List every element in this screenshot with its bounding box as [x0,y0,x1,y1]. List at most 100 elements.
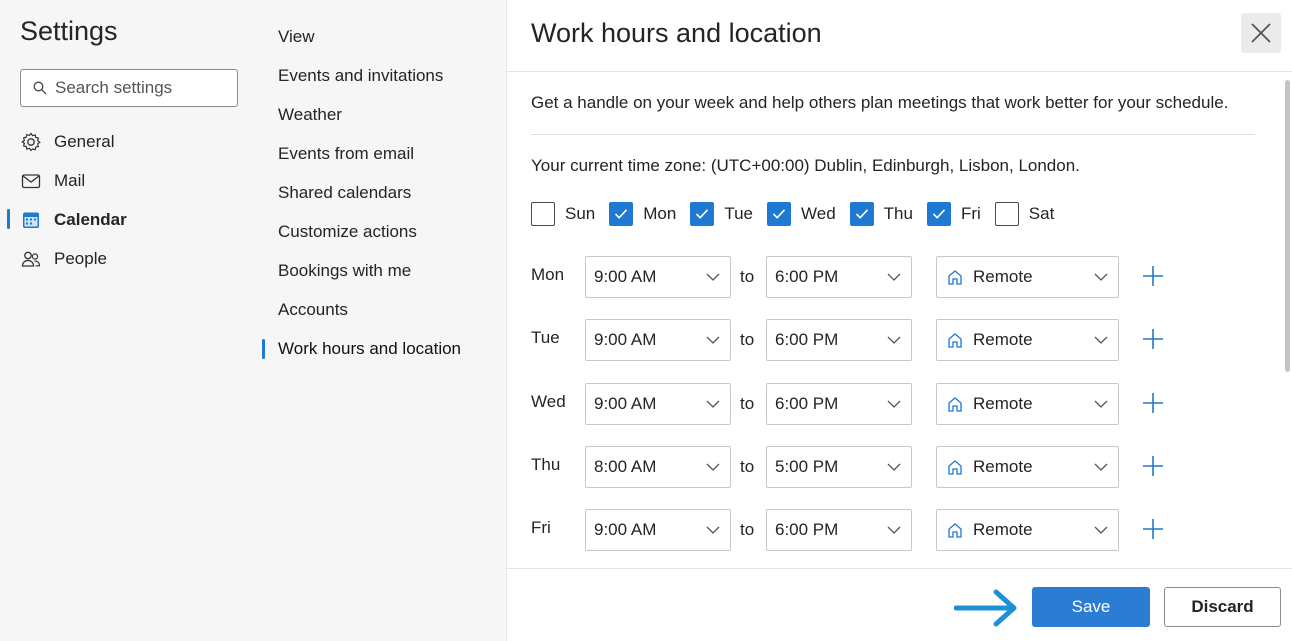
to-label: to [740,394,755,413]
add-time-plus-icon[interactable] [1142,392,1164,414]
chevron-down-icon [706,273,720,281]
menu-item-shared-calendars[interactable]: Shared calendars [278,183,411,203]
footer-divider [507,568,1292,569]
menu-item-events-invitations[interactable]: Events and invitations [278,66,443,86]
location-dropdown[interactable]: Remote [936,509,1119,551]
chevron-down-icon [887,526,901,534]
day-checkbox-fri[interactable]: Fri [926,202,981,226]
panel-title: Work hours and location [531,18,822,48]
start-time-dropdown[interactable]: 8:00 AM [585,446,731,488]
row-day-label: Mon [531,265,565,284]
settings-title: Settings [20,16,118,46]
search-input[interactable] [55,78,225,98]
start-time-dropdown[interactable]: 9:00 AM [585,383,731,425]
chevron-down-icon [1094,273,1108,281]
add-time-plus-icon[interactable] [1142,518,1164,540]
day-checkbox-sun[interactable]: Sun [531,202,595,226]
day-checkbox-mon[interactable]: Mon [609,202,676,226]
day-checkbox-sat[interactable]: Sat [994,202,1054,226]
location-dropdown[interactable]: Remote [936,383,1119,425]
nav-item-general[interactable]: General [20,126,260,158]
location-dropdown[interactable]: Remote [936,256,1119,298]
row-day-label: Fri [531,518,551,537]
checkbox[interactable] [609,202,634,226]
day-label: Tue [724,204,753,223]
nav-item-calendar[interactable]: Calendar [20,204,260,236]
chevron-down-icon [706,526,720,534]
day-checkbox-thu[interactable]: Thu [849,202,913,226]
day-checkbox-tue[interactable]: Tue [690,202,753,226]
checkbox[interactable] [849,202,874,226]
start-time-value: 9:00 AM [594,267,657,286]
end-time-dropdown[interactable]: 5:00 PM [766,446,912,488]
location-value: Remote [973,330,1033,349]
nav-label-calendar: Calendar [54,210,127,229]
menu-item-work-hours[interactable]: Work hours and location [278,339,461,359]
day-label: Sun [565,204,596,223]
start-time-dropdown[interactable]: 9:00 AM [585,256,731,298]
chevron-down-icon [887,463,901,471]
end-time-dropdown[interactable]: 6:00 PM [766,383,912,425]
work-hours-panel: Work hours and location Get a handle on … [507,0,1292,641]
discard-button[interactable]: Discard [1164,587,1281,627]
active-menu-indicator [262,339,265,359]
checkbox[interactable] [926,202,951,226]
menu-item-view[interactable]: View [278,27,315,47]
end-time-dropdown[interactable]: 6:00 PM [766,319,912,361]
menu-item-customize-actions[interactable]: Customize actions [278,222,417,242]
home-icon [948,523,962,538]
checkbox[interactable] [994,202,1019,226]
location-dropdown[interactable]: Remote [936,446,1119,488]
location-value: Remote [973,267,1033,286]
location-value: Remote [973,394,1033,413]
start-time-dropdown[interactable]: 9:00 AM [585,509,731,551]
chevron-down-icon [706,400,720,408]
checkbox[interactable] [531,202,555,226]
start-time-dropdown[interactable]: 9:00 AM [585,319,731,361]
workdays-checkboxes: Sun Mon Tue Wed Thu Fri Sat [531,201,1068,227]
active-nav-indicator [7,209,10,229]
schedule-row-wed: Wed 9:00 AM to 6:00 PM Remote [531,383,1191,425]
search-icon [33,81,47,95]
right-arrow-icon [954,589,1017,627]
home-icon [948,397,962,412]
calendar-icon [20,209,42,231]
search-settings-box[interactable] [20,69,238,107]
chevron-down-icon [887,400,901,408]
chevron-down-icon [1094,336,1108,344]
day-label: Mon [643,204,677,223]
menu-item-bookings[interactable]: Bookings with me [278,261,411,281]
end-time-dropdown[interactable]: 6:00 PM [766,256,912,298]
add-time-plus-icon[interactable] [1142,455,1164,477]
day-label: Wed [801,204,836,223]
header-divider [507,71,1292,72]
end-time-value: 6:00 PM [775,330,839,349]
save-button[interactable]: Save [1032,587,1150,627]
home-icon [948,270,962,285]
schedule-row-thu: Thu 8:00 AM to 5:00 PM Remote [531,446,1191,488]
end-time-value: 6:00 PM [775,520,839,539]
menu-item-weather[interactable]: Weather [278,105,342,125]
to-label: to [740,267,755,286]
scrollbar[interactable] [1285,80,1290,372]
row-day-label: Thu [531,455,561,474]
timezone-text: Your current time zone: (UTC+00:00) Dubl… [531,156,1080,175]
add-time-plus-icon[interactable] [1142,328,1164,350]
close-button[interactable] [1241,13,1281,53]
day-checkbox-wed[interactable]: Wed [767,202,836,226]
checkmark-icon [855,209,868,219]
checkbox[interactable] [690,202,715,226]
end-time-dropdown[interactable]: 6:00 PM [766,509,912,551]
chevron-down-icon [1094,400,1108,408]
start-time-value: 9:00 AM [594,330,657,349]
checkbox[interactable] [767,202,791,226]
location-dropdown[interactable]: Remote [936,319,1119,361]
nav-item-mail[interactable]: Mail [20,165,260,197]
to-label: to [740,520,755,539]
add-time-plus-icon[interactable] [1142,265,1164,287]
to-label: to [740,330,755,349]
home-icon [948,333,962,348]
menu-item-events-from-email[interactable]: Events from email [278,144,414,164]
menu-item-accounts[interactable]: Accounts [278,300,348,320]
nav-item-people[interactable]: People [20,243,260,275]
